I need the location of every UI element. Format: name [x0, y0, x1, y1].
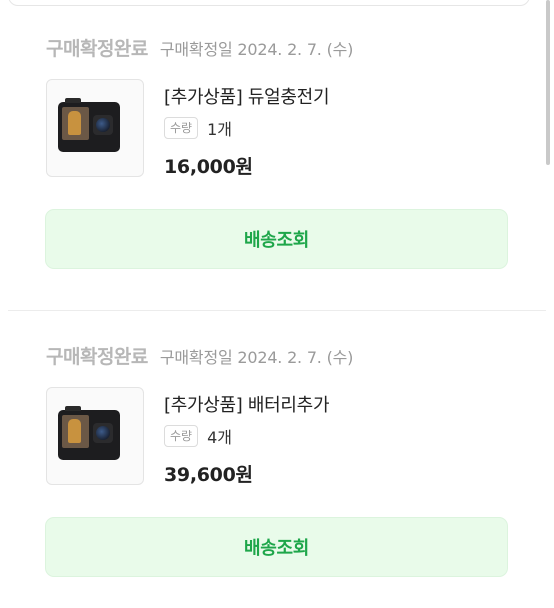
- order-status-row: 구매확정완료 구매확정일 2024. 2. 7. (수): [46, 342, 353, 370]
- track-delivery-button[interactable]: 배송조회: [45, 209, 508, 269]
- camera-lens: [96, 118, 110, 132]
- quantity-label: 수량: [164, 117, 199, 139]
- confirm-date: 구매확정일 2024. 2. 7. (수): [159, 40, 354, 59]
- order-card: 구매확정완료 구매확정일 2024. 2. 7. (수) [추가상품] 배터리추…: [0, 308, 554, 608]
- product-name[interactable]: [추가상품] 듀얼충전기: [164, 83, 330, 109]
- quantity-value: 1개: [207, 120, 232, 139]
- camera-screen-figure: [68, 419, 81, 443]
- product-thumbnail[interactable]: [46, 387, 144, 485]
- quantity-value: 4개: [207, 428, 232, 447]
- product-price: 16,000원: [164, 156, 253, 178]
- product-thumbnail[interactable]: [46, 79, 144, 177]
- quantity-row: 수량 4개: [164, 424, 232, 448]
- quantity-label: 수량: [164, 425, 199, 447]
- quantity-row: 수량 1개: [164, 116, 232, 140]
- order-card: 구매확정완료 구매확정일 2024. 2. 7. (수) [추가상품] 듀얼충전…: [0, 0, 554, 300]
- camera-top-button: [65, 98, 81, 103]
- track-delivery-button[interactable]: 배송조회: [45, 517, 508, 577]
- product-price: 39,600원: [164, 464, 253, 486]
- order-status: 구매확정완료: [46, 346, 148, 368]
- camera-lens: [96, 426, 110, 440]
- product-name[interactable]: [추가상품] 배터리추가: [164, 391, 330, 417]
- confirm-date: 구매확정일 2024. 2. 7. (수): [159, 348, 354, 367]
- order-status-row: 구매확정완료 구매확정일 2024. 2. 7. (수): [46, 34, 353, 62]
- order-status: 구매확정완료: [46, 38, 148, 60]
- camera-top-button: [65, 406, 81, 411]
- camera-screen-figure: [68, 111, 81, 135]
